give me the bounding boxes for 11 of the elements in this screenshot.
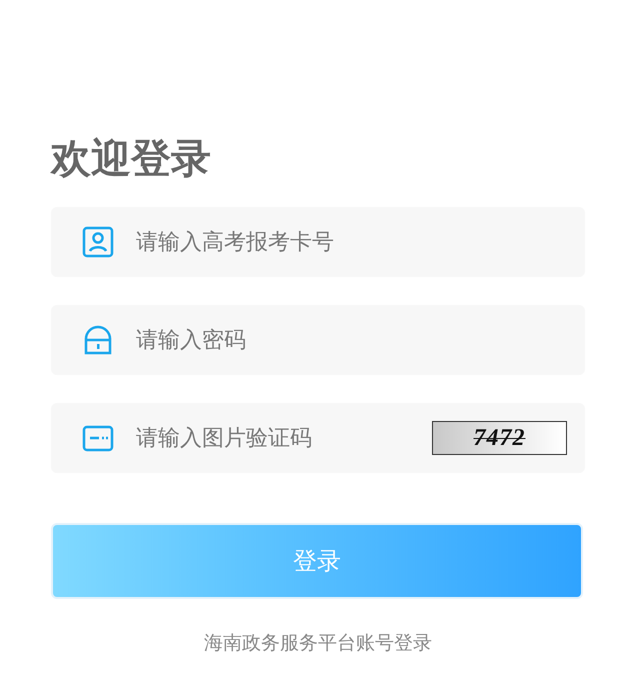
captcha-input[interactable]: 请输入图片验证码 7472 [51,403,585,473]
page-title: 欢迎登录 [51,137,212,181]
lock-icon [82,324,114,356]
card-number-input[interactable]: 请输入高考报考卡号 [51,207,585,277]
password-field[interactable]: 请输入密码 [134,322,567,358]
user-icon [82,226,114,258]
card-number-field[interactable]: 请输入高考报考卡号 [134,224,567,260]
password-input[interactable]: 请输入密码 [51,305,585,375]
captcha-image[interactable]: 7472 [432,421,567,455]
alt-login-link[interactable]: 海南政务服务平台账号登录 [204,629,432,658]
captcha-field[interactable]: 请输入图片验证码 [134,420,412,456]
